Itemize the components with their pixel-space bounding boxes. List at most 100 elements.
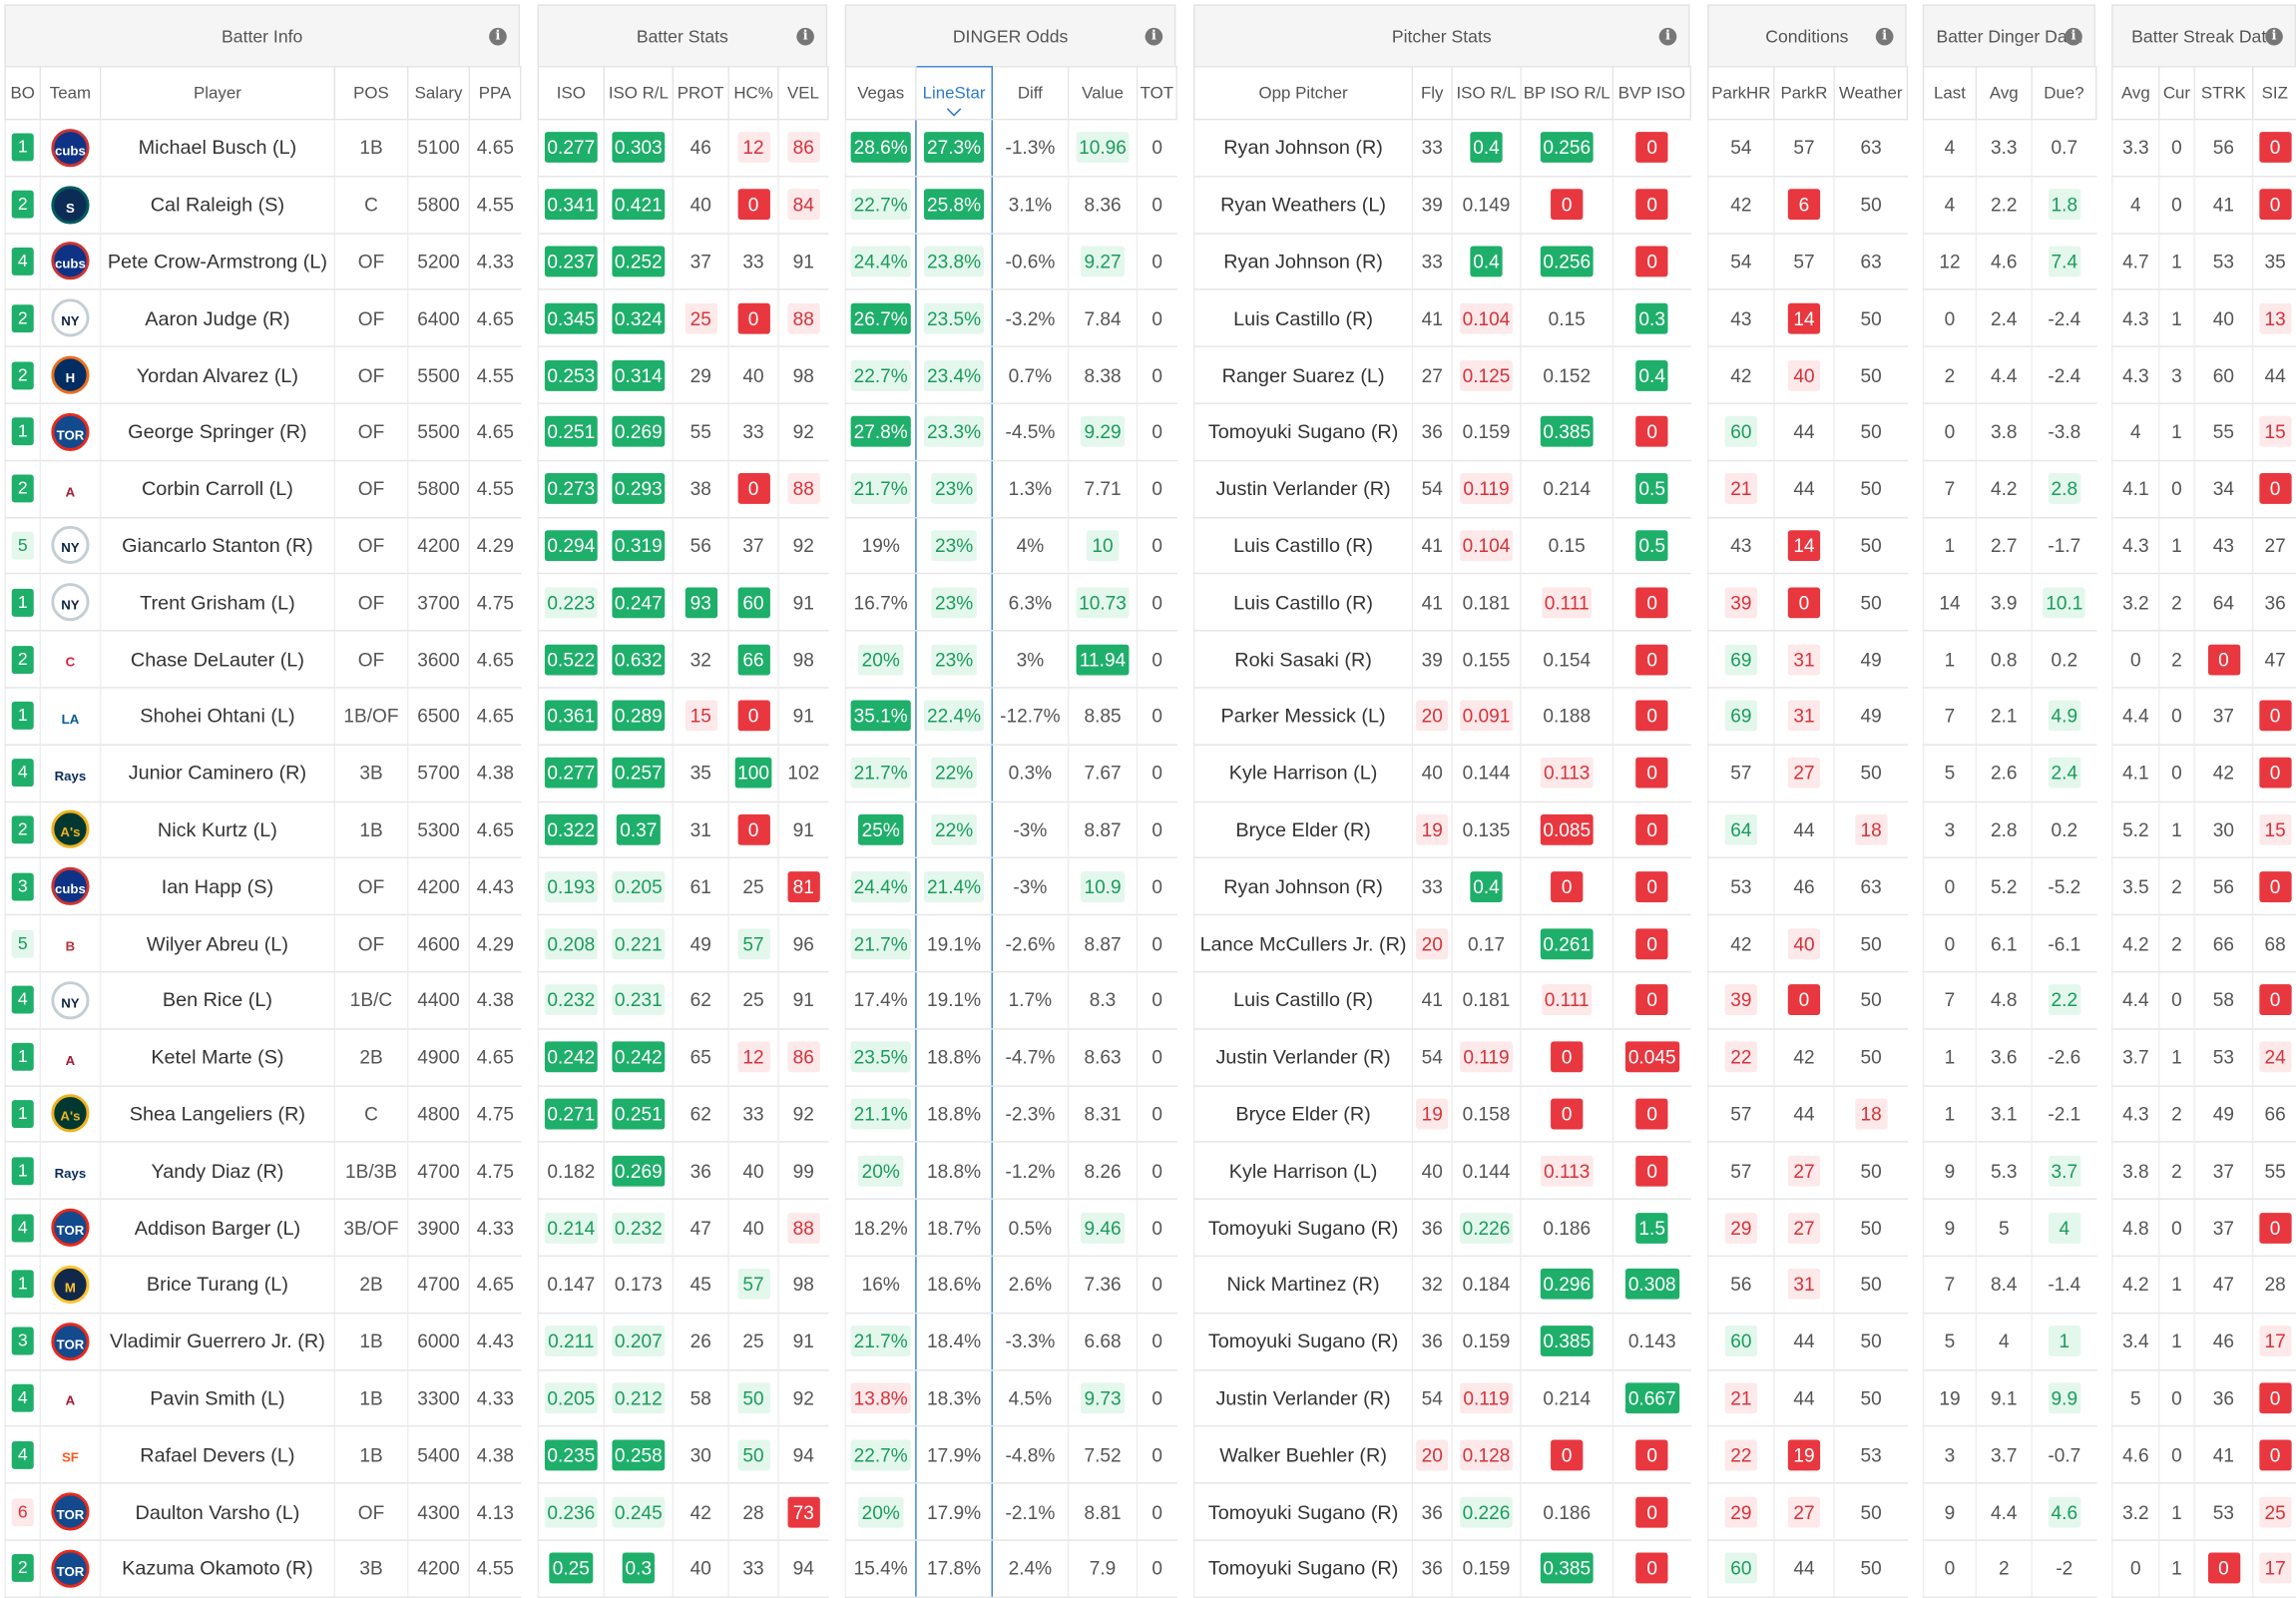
column-header-hc[interactable]: HC% <box>727 66 779 121</box>
table-row[interactable]: 0.253 0.314 29 40 98 <box>537 346 828 405</box>
table-row[interactable]: 4.3 1 43 27 <box>2111 517 2296 575</box>
column-header-salary[interactable]: Salary <box>406 66 471 121</box>
table-row[interactable]: 54 57 63 <box>1707 119 1908 178</box>
table-row[interactable]: Tomoyuki Sugano (R) 36 0.226 0.186 1.5 <box>1193 1199 1691 1258</box>
table-row[interactable]: 25% 22% -3% 8.87 0 <box>844 800 1177 859</box>
table-row[interactable]: 22.7% 17.9% -4.8% 7.52 0 <box>844 1426 1177 1484</box>
table-row[interactable]: 4.3 3 60 44 <box>2111 346 2296 405</box>
table-row[interactable]: 20% 23% 3% 11.94 0 <box>844 631 1177 689</box>
column-header-tot[interactable]: TOT <box>1136 66 1177 121</box>
column-header-opp[interactable]: Opp Pitcher <box>1193 66 1414 121</box>
table-row[interactable]: 29 27 50 <box>1707 1199 1908 1258</box>
table-row[interactable]: Justin Verlander (R) 54 0.119 0.214 0.667 <box>1193 1369 1691 1427</box>
column-header-isorl[interactable]: ISO R/L <box>603 66 675 121</box>
table-row[interactable]: 0.341 0.421 40 0 84 <box>537 176 828 235</box>
table-row[interactable]: 27.8% 23.3% -4.5% 9.29 0 <box>844 403 1177 461</box>
table-row[interactable]: 1 cubs Michael Busch (L) 1B 5100 4.65 <box>4 119 521 178</box>
table-row[interactable]: 3 2.8 0.2 <box>1922 800 2096 859</box>
info-icon[interactable]: i <box>1875 27 1894 46</box>
table-row[interactable]: 1 M Brice Turang (L) 2B 4700 4.65 <box>4 1256 521 1314</box>
table-row[interactable]: 4.4 0 58 0 <box>2111 971 2296 1030</box>
table-row[interactable]: 0.235 0.258 30 50 94 <box>537 1426 828 1484</box>
table-row[interactable]: 4.1 0 34 0 <box>2111 460 2296 518</box>
table-row[interactable]: 0.147 0.173 45 57 98 <box>537 1256 828 1314</box>
table-row[interactable]: 1 3.1 -2.1 <box>1922 1085 2096 1144</box>
table-row[interactable]: 954 <box>1922 1199 2096 1258</box>
column-header-bvp[interactable]: BVP ISO <box>1611 66 1691 121</box>
table-row[interactable]: Justin Verlander (R) 54 0.119 0 0.045 <box>1193 1028 1691 1087</box>
table-row[interactable]: Tomoyuki Sugano (R) 36 0.159 0.385 0.143 <box>1193 1313 1691 1370</box>
table-row[interactable]: 20% 18.8% -1.2% 8.26 0 <box>844 1142 1177 1201</box>
table-row[interactable]: 7 2.1 4.9 <box>1922 687 2096 746</box>
table-row[interactable]: 1 LA Shohei Ohtani (L) 1B/OF 6500 4.65 <box>4 687 521 746</box>
table-row[interactable]: Parker Messick (L) 20 0.091 0.188 0 <box>1193 687 1691 746</box>
table-row[interactable]: 9 4.4 4.6 <box>1922 1483 2096 1541</box>
table-row[interactable]: 5 B Wilyer Abreu (L) OF 4600 4.29 <box>4 914 521 973</box>
table-row[interactable]: 7 4.8 2.2 <box>1922 971 2096 1030</box>
table-row[interactable]: 57 44 18 <box>1707 1085 1908 1144</box>
table-row[interactable]: 42 40 50 <box>1707 914 1908 973</box>
table-row[interactable]: 1 TOR George Springer (R) OF 5500 4.65 <box>4 403 521 461</box>
table-row[interactable]: Tomoyuki Sugano (R) 36 0.159 0.385 0 <box>1193 403 1691 461</box>
table-row[interactable]: 3 TOR Vladimir Guerrero Jr. (R) 1B 6000 4.43 <box>4 1313 521 1370</box>
table-row[interactable]: 57 27 50 <box>1707 744 1908 802</box>
table-row[interactable]: 3 cubs Ian Happ (S) OF 4200 4.43 <box>4 857 521 916</box>
table-row[interactable]: 0.277 0.257 35 100 102 <box>537 744 828 802</box>
table-row[interactable]: 7 4.2 2.8 <box>1922 460 2096 518</box>
table-row[interactable]: 0.237 0.252 37 33 91 <box>537 233 828 291</box>
table-row[interactable]: 541 <box>1922 1313 2096 1370</box>
table-row[interactable]: 64 44 18 <box>1707 800 1908 859</box>
table-row[interactable]: 69 31 49 <box>1707 687 1908 746</box>
info-icon[interactable]: i <box>2065 27 2082 46</box>
column-header-isorl2[interactable]: ISO R/L <box>1451 66 1522 121</box>
table-row[interactable]: 3 3.7 -0.7 <box>1922 1426 2096 1484</box>
table-row[interactable]: 60 44 50 <box>1707 1539 1908 1598</box>
table-row[interactable]: 6 TOR Daulton Varsho (L) OF 4300 4.13 <box>4 1483 521 1541</box>
table-row[interactable]: 0.242 0.242 65 12 86 <box>537 1028 828 1087</box>
table-row[interactable]: 53 46 63 <box>1707 857 1908 916</box>
table-row[interactable]: 4 Rays Junior Caminero (R) 3B 5700 4.38 <box>4 744 521 802</box>
table-row[interactable]: 4.2 2 66 68 <box>2111 914 2296 973</box>
column-header-ppa[interactable]: PPA <box>468 66 522 121</box>
table-row[interactable]: 0.214 0.232 47 40 88 <box>537 1199 828 1258</box>
table-row[interactable]: Luis Castillo (R) 41 0.181 0.111 0 <box>1193 971 1691 1030</box>
table-row[interactable]: Ryan Johnson (R) 33 0.4 0.256 0 <box>1193 233 1691 291</box>
column-header-player[interactable]: Player <box>99 66 336 121</box>
table-row[interactable]: 5 2.6 2.4 <box>1922 744 2096 802</box>
table-row[interactable]: Luis Castillo (R) 41 0.104 0.15 0.5 <box>1193 517 1691 575</box>
table-row[interactable]: 60 44 50 <box>1707 1313 1908 1370</box>
table-row[interactable]: 2 TOR Kazuma Okamoto (R) 3B 4200 4.55 <box>4 1539 521 1598</box>
table-row[interactable]: 9 5.3 3.7 <box>1922 1142 2096 1201</box>
table-row[interactable]: Luis Castillo (R) 41 0.181 0.111 0 <box>1193 574 1691 632</box>
table-row[interactable]: 23.5% 18.8% -4.7% 8.63 0 <box>844 1028 1177 1087</box>
table-row[interactable]: 19% 23% 4% 10 0 <box>844 517 1177 575</box>
table-row[interactable]: 21 44 50 <box>1707 460 1908 518</box>
table-row[interactable]: 26.7% 23.5% -3.2% 7.84 0 <box>844 289 1177 348</box>
table-row[interactable]: 0 2 -2 <box>1922 1539 2096 1598</box>
column-header-last[interactable]: Last <box>1922 66 1978 121</box>
column-header-savg[interactable]: Avg <box>2111 66 2160 121</box>
table-row[interactable]: 3.4 1 46 17 <box>2111 1313 2296 1370</box>
table-row[interactable]: 0.294 0.319 56 37 92 <box>537 517 828 575</box>
column-header-iso[interactable]: ISO <box>537 66 606 121</box>
table-row[interactable]: 4.1 0 42 0 <box>2111 744 2296 802</box>
table-row[interactable]: 2 4.4 -2.4 <box>1922 346 2096 405</box>
table-row[interactable]: Ryan Weathers (L) 39 0.149 0 0 <box>1193 176 1691 235</box>
table-row[interactable]: 28.6% 27.3% -1.3% 10.96 0 <box>844 119 1177 178</box>
info-icon[interactable]: i <box>489 27 507 46</box>
table-row[interactable]: 4 A Pavin Smith (L) 1B 3300 4.33 <box>4 1369 521 1427</box>
table-row[interactable]: 12 4.6 7.4 <box>1922 233 2096 291</box>
table-row[interactable]: 5 NY Giancarlo Stanton (R) OF 4200 4.29 <box>4 517 521 575</box>
column-header-avg[interactable]: Avg <box>1975 66 2033 121</box>
table-row[interactable]: 4.3 1 40 13 <box>2111 289 2296 348</box>
table-row[interactable]: 15.4% 17.8% 2.4% 7.9 0 <box>844 1539 1177 1598</box>
column-header-bo[interactable]: BO <box>4 66 42 121</box>
table-row[interactable]: 4.7 1 53 35 <box>2111 233 2296 291</box>
table-row[interactable]: 0.322 0.37 31 0 91 <box>537 800 828 859</box>
table-row[interactable]: 4 3.3 0.7 <box>1922 119 2096 178</box>
table-row[interactable]: Luis Castillo (R) 41 0.104 0.15 0.3 <box>1193 289 1691 348</box>
table-row[interactable]: 18.2% 18.7% 0.5% 9.46 0 <box>844 1199 1177 1258</box>
table-row[interactable]: 0.271 0.251 62 33 92 <box>537 1085 828 1144</box>
column-header-parkhr[interactable]: ParkHR <box>1707 66 1775 121</box>
table-row[interactable]: 22 19 53 <box>1707 1426 1908 1484</box>
